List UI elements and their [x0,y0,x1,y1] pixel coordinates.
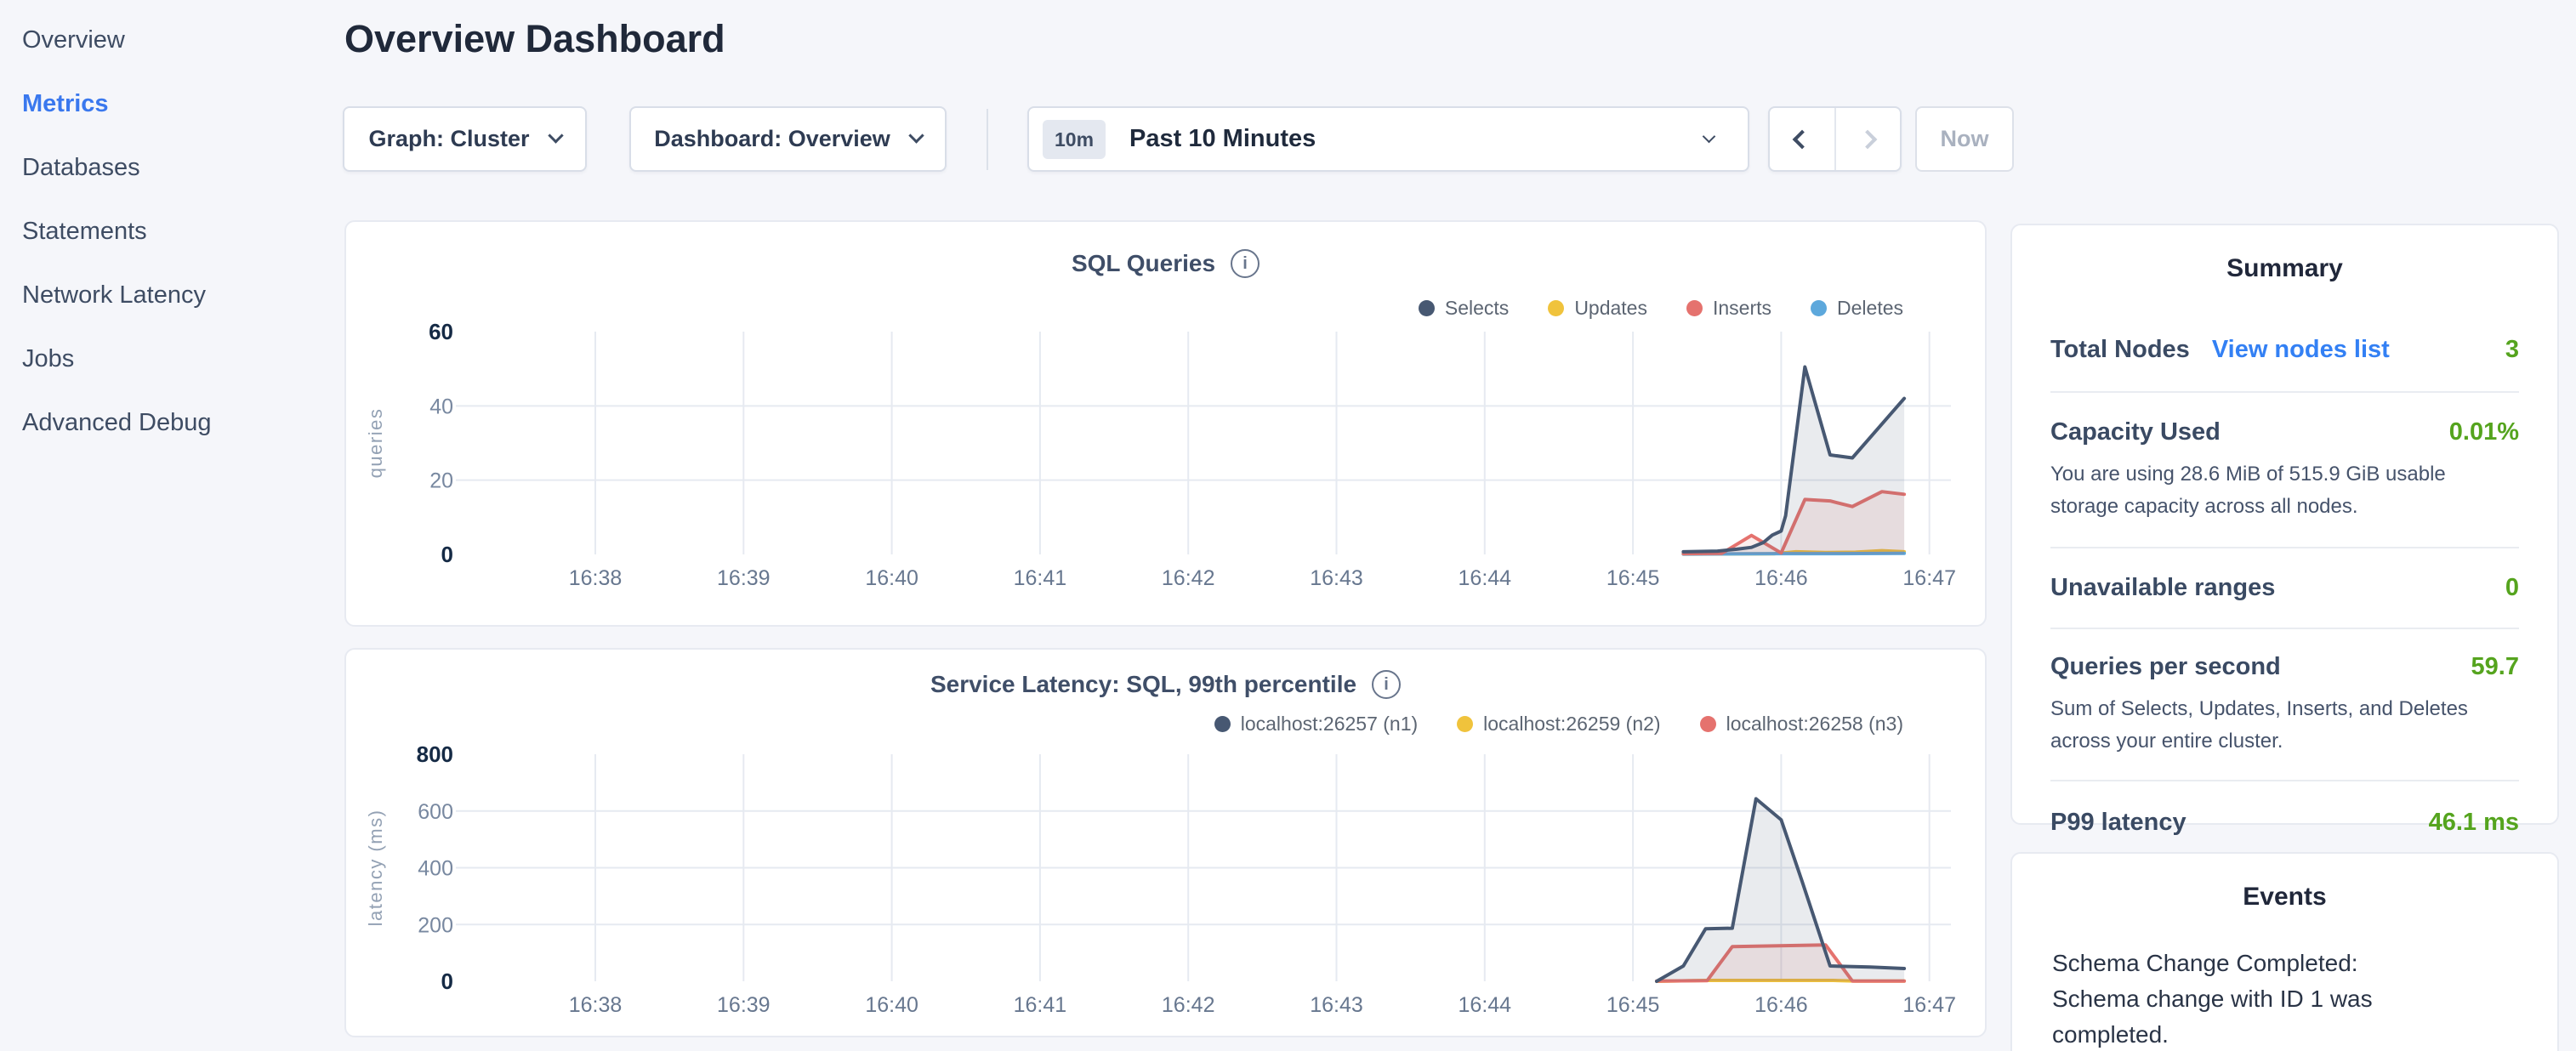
view-nodes-list-link[interactable]: View nodes list [2212,336,2390,364]
total-nodes-label: Total Nodes [2050,336,2190,364]
qps-value: 59.7 [2471,653,2519,681]
chevron-right-icon [1858,129,1878,149]
service-latency-plot: 0 200 400 600 800 16:38 16:39 16:40 16:41 16:42 16… [346,650,1988,1039]
svg-text:200: 200 [418,913,453,937]
events-panel: Events Schema Change Completed: Schema c… [2010,852,2559,1051]
sidebar-item-network-latency[interactable]: Network Latency [0,264,340,327]
svg-text:16:43: 16:43 [1310,566,1363,590]
svg-text:16:38: 16:38 [569,566,623,590]
sidebar-item-statements[interactable]: Statements [0,200,340,264]
time-step-forward-button[interactable] [1834,108,1901,170]
sidebar-item-jobs[interactable]: Jobs [0,327,340,391]
now-button[interactable]: Now [1915,106,2014,172]
divider [2050,780,2519,781]
chevron-down-icon [1703,130,1716,144]
dashboard-dropdown-label: Dashboard: Overview [654,126,890,152]
summary-row-p99-latency: P99 latency 46.1 ms [2050,809,2519,837]
sql-queries-chart-card: SQL Queries i SelectsUpdatesInsertsDelet… [344,220,1987,627]
time-step-buttons [1768,106,1902,172]
summary-row-total-nodes: Total Nodes View nodes list 3 [2050,336,2519,364]
p99-latency-value: 46.1 ms [2429,809,2519,837]
svg-text:16:47: 16:47 [1902,993,1956,1017]
svg-text:0: 0 [441,542,453,567]
dashboard-dropdown[interactable]: Dashboard: Overview [629,106,947,172]
total-nodes-value: 3 [2505,336,2519,364]
sidebar-item-advanced-debug[interactable]: Advanced Debug [0,391,340,455]
chevron-down-icon [548,128,563,143]
svg-text:latency (ms): latency (ms) [365,810,386,927]
divider [2050,547,2519,548]
svg-text:60: 60 [429,319,453,344]
svg-text:16:39: 16:39 [717,566,771,590]
qps-label: Queries per second [2050,653,2281,681]
svg-text:16:42: 16:42 [1162,566,1215,590]
svg-text:16:45: 16:45 [1606,566,1660,590]
svg-text:16:43: 16:43 [1310,993,1363,1017]
svg-text:16:45: 16:45 [1606,993,1660,1017]
svg-text:16:40: 16:40 [865,566,918,590]
qps-description: Sum of Selects, Updates, Inserts, and De… [2050,693,2519,758]
time-range-dropdown[interactable]: 10m Past 10 Minutes [1027,106,1749,172]
unavailable-ranges-label: Unavailable ranges [2050,574,2275,602]
summary-title: Summary [2050,254,2519,283]
svg-text:600: 600 [418,800,453,824]
summary-row-capacity: Capacity Used 0.01% [2050,418,2519,446]
events-title: Events [2052,883,2517,912]
summary-row-unavailable-ranges: Unavailable ranges 0 [2050,574,2519,602]
capacity-used-label: Capacity Used [2050,418,2221,446]
graph-scope-dropdown[interactable]: Graph: Cluster [343,106,587,172]
summary-panel: Summary Total Nodes View nodes list 3 Ca… [2010,224,2559,825]
svg-text:queries: queries [365,408,386,479]
svg-text:16:46: 16:46 [1754,566,1808,590]
svg-text:16:46: 16:46 [1754,993,1808,1017]
capacity-description: You are using 28.6 MiB of 515.9 GiB usab… [2050,458,2519,523]
service-latency-chart-card: Service Latency: SQL, 99th percentile i … [344,648,1987,1037]
event-message: Schema Change Completed: Schema change w… [2052,946,2452,1051]
svg-text:800: 800 [417,741,453,767]
page-title: Overview Dashboard [344,17,725,61]
toolbar-divider [987,109,988,170]
svg-text:16:44: 16:44 [1459,993,1512,1017]
svg-text:16:41: 16:41 [1014,566,1067,590]
divider [2050,391,2519,393]
chevron-down-icon [908,128,924,143]
sidebar-item-overview[interactable]: Overview [0,9,340,72]
graph-scope-dropdown-label: Graph: Cluster [368,126,529,152]
time-range-badge: 10m [1043,120,1106,159]
divider [2050,628,2519,629]
sidebar: Overview Metrics Databases Statements Ne… [0,9,340,455]
svg-text:400: 400 [418,857,453,881]
svg-text:40: 40 [429,395,453,418]
p99-latency-label: P99 latency [2050,809,2186,837]
time-range-label: Past 10 Minutes [1129,125,1316,153]
svg-text:16:44: 16:44 [1459,566,1512,590]
svg-text:20: 20 [429,469,453,493]
svg-text:16:40: 16:40 [865,993,918,1017]
svg-text:16:38: 16:38 [569,993,623,1017]
unavailable-ranges-value: 0 [2505,574,2519,602]
summary-row-qps: Queries per second 59.7 [2050,653,2519,681]
svg-text:16:39: 16:39 [717,993,771,1017]
capacity-used-value: 0.01% [2449,418,2519,446]
sql-queries-plot: 0 20 40 60 16:38 16:39 16:40 16:41 16:42 16:43 16:… [346,222,1988,628]
svg-text:16:47: 16:47 [1902,566,1956,590]
svg-text:16:42: 16:42 [1162,993,1215,1017]
chevron-left-icon [1792,129,1811,149]
svg-text:16:41: 16:41 [1014,993,1067,1017]
sidebar-item-metrics[interactable]: Metrics [0,72,340,136]
sidebar-item-databases[interactable]: Databases [0,136,340,200]
svg-text:0: 0 [441,969,453,994]
time-step-back-button[interactable] [1770,108,1834,170]
